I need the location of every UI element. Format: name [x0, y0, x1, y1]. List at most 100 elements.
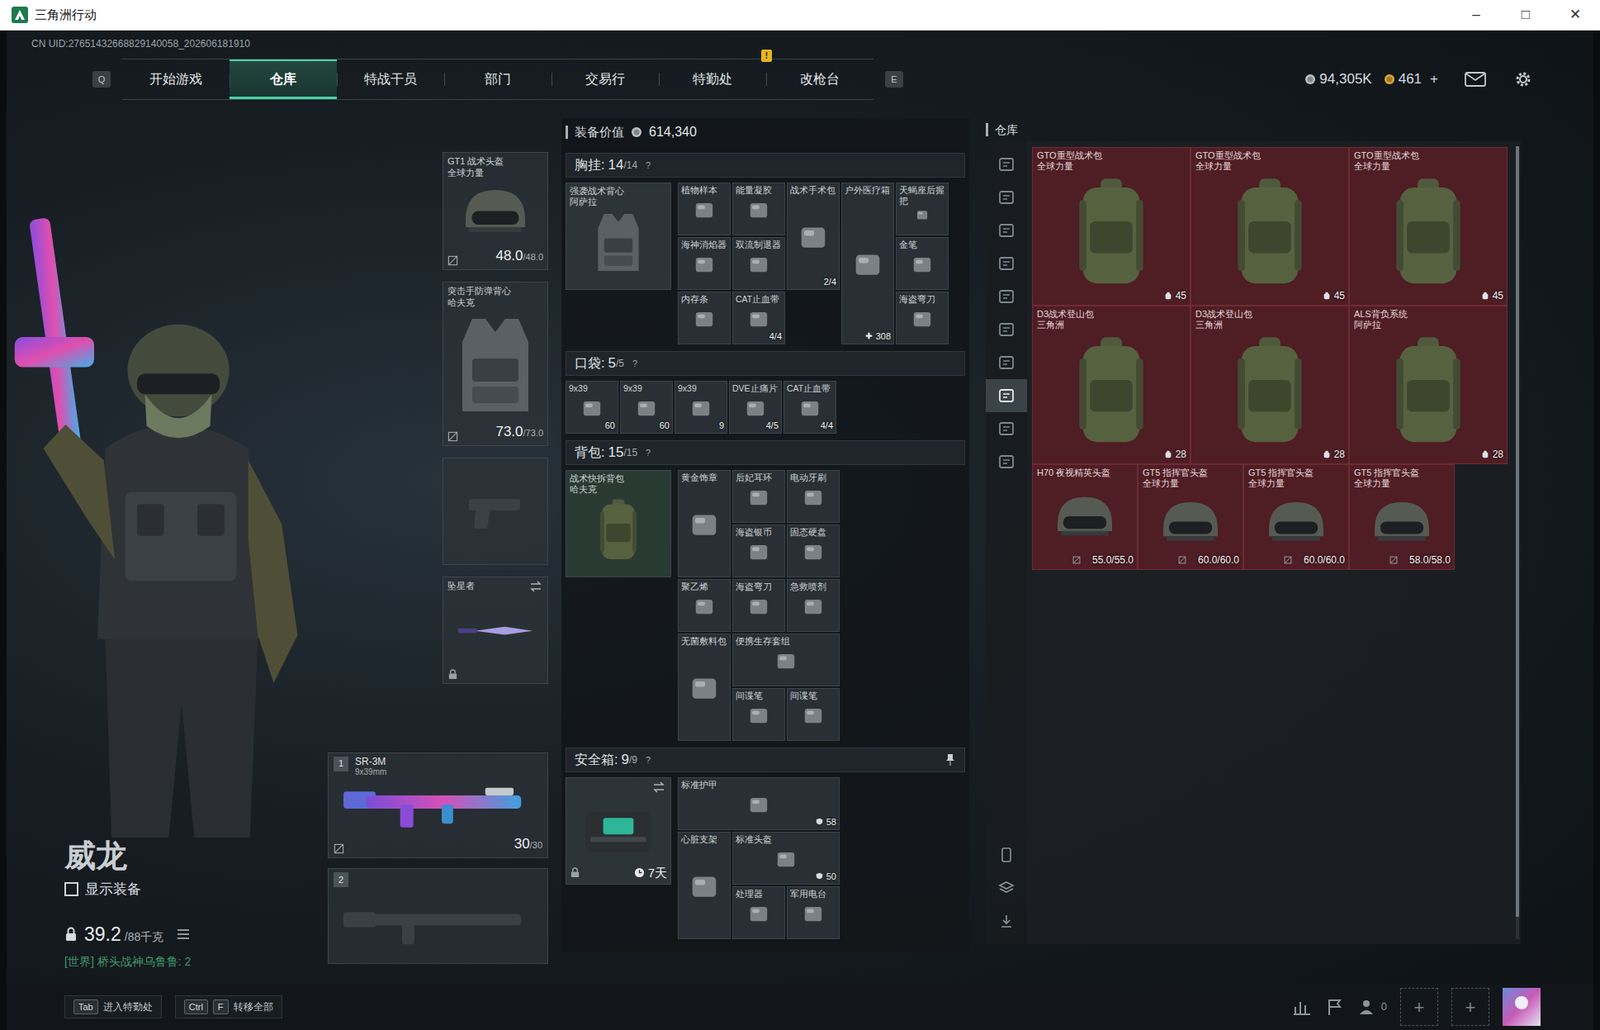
- warehouse-tab[interactable]: [985, 411, 1028, 445]
- item-tile[interactable]: 无菌敷料包: [677, 633, 731, 741]
- weapon-slot[interactable]: 2: [327, 867, 549, 964]
- flag-icon[interactable]: [1325, 996, 1345, 1017]
- item-tile[interactable]: 海盗银币: [732, 524, 786, 578]
- swap-icon[interactable]: [652, 781, 666, 793]
- warehouse-item[interactable]: GT5 指挥官头盔全球力量60.0/60.0: [1243, 463, 1350, 570]
- item-tile[interactable]: 后妃耳环: [732, 469, 786, 523]
- window-control-button[interactable]: –: [1451, 4, 1501, 26]
- item-tile[interactable]: 战术手术包2/4: [786, 182, 840, 290]
- warehouse-tab[interactable]: [985, 444, 1028, 479]
- show-gear-toggle[interactable]: 显示装备: [64, 878, 328, 900]
- warehouse-tab[interactable]: [985, 279, 1028, 313]
- item-tile[interactable]: 心脏支架: [677, 831, 731, 939]
- warehouse-tab[interactable]: [985, 246, 1028, 280]
- warehouse-tab[interactable]: [985, 213, 1028, 247]
- list-icon[interactable]: [176, 927, 190, 940]
- item-tile[interactable]: CAT止血带4/4: [783, 380, 837, 434]
- item-tile[interactable]: CAT止血带4/4: [732, 291, 786, 345]
- item-tile[interactable]: 标准护甲58: [677, 776, 840, 830]
- item-tile[interactable]: 植物样本: [677, 182, 731, 236]
- item-tile[interactable]: 双流制退器: [732, 236, 786, 290]
- item-tile[interactable]: 9x3960: [620, 380, 673, 434]
- weapon-header: 1SR-3M9x39mm: [333, 756, 543, 777]
- nav-tab[interactable]: 特战干员: [336, 59, 445, 100]
- warehouse-tab[interactable]: [985, 180, 1028, 214]
- weapon-slot[interactable]: 1SR-3M9x39mm30/30: [327, 752, 549, 858]
- nav-tab[interactable]: 特勤处!: [658, 59, 767, 100]
- item-tile[interactable]: 能量凝胶: [732, 182, 786, 236]
- container-item[interactable]: 强袭战术背心阿萨拉: [565, 182, 672, 290]
- scrollbar-thumb[interactable]: [1515, 146, 1520, 917]
- help-button[interactable]: ?: [645, 158, 651, 173]
- warehouse-tab[interactable]: [985, 345, 1028, 379]
- warehouse-sidebar: [985, 141, 1028, 944]
- item-tile[interactable]: 军用电台: [786, 885, 840, 939]
- nav-tab[interactable]: 交易行: [551, 59, 659, 100]
- key-hint[interactable]: CtrlF转移全部: [175, 994, 283, 1019]
- warehouse-item[interactable]: GT5 指挥官头盔全球力量58.0/58.0: [1349, 463, 1455, 570]
- item-tile[interactable]: 金笔: [895, 236, 949, 290]
- help-button[interactable]: ?: [632, 356, 638, 371]
- warehouse-item[interactable]: H70 夜视精英头盔55.0/55.0: [1031, 463, 1138, 570]
- show-gear-checkbox[interactable]: [64, 881, 79, 896]
- warehouse-item[interactable]: GTO重型战术包全球力量45: [1031, 146, 1191, 306]
- nav-tab[interactable]: 开始游戏: [122, 59, 230, 100]
- friends[interactable]: 0: [1358, 996, 1387, 1017]
- settings-gear-icon[interactable]: [1512, 70, 1534, 89]
- item-tile[interactable]: 间谍笔: [786, 687, 840, 741]
- container-item[interactable]: 战术快拆背包哈夫克: [565, 469, 672, 578]
- help-button[interactable]: ?: [645, 445, 651, 460]
- warehouse-item[interactable]: D3战术登山包三角洲28: [1031, 305, 1191, 464]
- item-tile[interactable]: 黄金饰章: [677, 469, 731, 578]
- item-tile[interactable]: 天蝎座后握把: [895, 182, 949, 236]
- warehouse-item[interactable]: D3战术登山包三角洲28: [1190, 305, 1350, 464]
- equipment-slot[interactable]: [442, 457, 549, 565]
- item-tile[interactable]: 固态硬盘: [786, 524, 840, 578]
- item-tile[interactable]: 处理器: [732, 885, 786, 939]
- item-tile[interactable]: 户外医疗箱308: [841, 182, 895, 345]
- item-tile[interactable]: 便携生存套组: [732, 633, 840, 687]
- item-tile[interactable]: 急救喷剂: [786, 578, 840, 632]
- equipment-slot[interactable]: 坠星者: [442, 576, 549, 684]
- mail-icon[interactable]: [1464, 70, 1487, 89]
- key-hint[interactable]: Tab进入特勤处: [64, 994, 162, 1019]
- add-currency-button[interactable]: +: [1429, 68, 1439, 90]
- warehouse-item[interactable]: GTO重型战术包全球力量45: [1349, 146, 1508, 306]
- item-tile[interactable]: 9x399: [674, 380, 728, 434]
- warehouse-item[interactable]: ALS背负系统阿萨拉28: [1349, 305, 1508, 464]
- item-tile[interactable]: 9x3960: [565, 380, 619, 434]
- stats-chart-icon[interactable]: [1292, 996, 1312, 1017]
- warehouse-tab[interactable]: [985, 312, 1028, 346]
- window-control-button[interactable]: □: [1500, 4, 1551, 26]
- warehouse-tab[interactable]: [985, 147, 1028, 181]
- item-tile[interactable]: 内存条: [677, 291, 731, 345]
- nav-tab[interactable]: 改枪台: [766, 59, 874, 100]
- player-avatar-icon[interactable]: [1502, 987, 1541, 1026]
- warehouse-tool[interactable]: [985, 904, 1028, 938]
- item-name: 无菌敷料包: [681, 635, 728, 647]
- add-teammate-button[interactable]: +: [1451, 987, 1490, 1026]
- equipment-slot[interactable]: GT1 战术头盔全球力量48.0/48.0: [442, 151, 549, 270]
- warehouse-tool[interactable]: [985, 837, 1028, 872]
- item-tile[interactable]: 电动牙刷: [786, 469, 840, 523]
- add-teammate-button[interactable]: +: [1400, 987, 1439, 1026]
- item-tile[interactable]: 间谍笔: [732, 687, 786, 741]
- warehouse-item[interactable]: GTO重型战术包全球力量45: [1190, 146, 1350, 306]
- nav-tab[interactable]: 部门: [444, 59, 552, 100]
- help-button[interactable]: ?: [645, 752, 651, 767]
- swap-icon[interactable]: [529, 580, 543, 592]
- item-tile[interactable]: 聚乙烯: [677, 578, 731, 632]
- pin-icon[interactable]: [944, 752, 957, 767]
- item-tile[interactable]: 海神消焰器: [677, 236, 731, 290]
- item-tile[interactable]: 标准头盔50: [732, 831, 840, 885]
- item-tile[interactable]: 海盗弯刀: [732, 578, 786, 632]
- nav-tab[interactable]: 仓库: [229, 59, 337, 100]
- container-item[interactable]: 7天: [565, 776, 672, 885]
- item-tile[interactable]: DVE止痛片4/5: [728, 380, 782, 434]
- warehouse-item[interactable]: GT5 指挥官头盔全球力量60.0/60.0: [1137, 463, 1244, 570]
- equipment-slot[interactable]: 突击手防弹背心哈夫克73.0/73.0: [442, 281, 549, 446]
- warehouse-tool[interactable]: [985, 871, 1028, 905]
- warehouse-tab[interactable]: [985, 378, 1028, 412]
- item-tile[interactable]: 海盗弯刀: [895, 291, 949, 345]
- window-control-button[interactable]: ✕: [1550, 4, 1600, 26]
